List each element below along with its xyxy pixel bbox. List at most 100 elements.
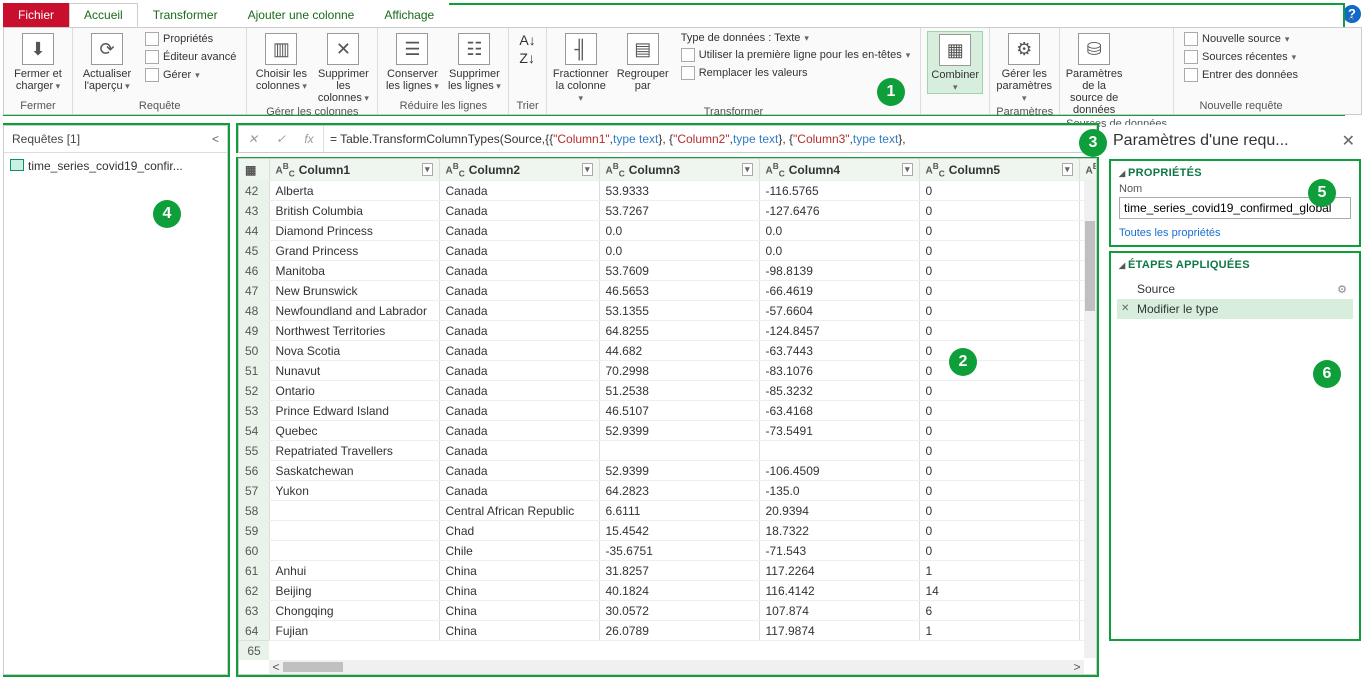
cell[interactable] [759, 441, 919, 461]
table-row[interactable]: 55Repatriated TravellersCanada00 [239, 441, 1097, 461]
cell[interactable]: Canada [439, 361, 599, 381]
cell[interactable]: 107.874 [759, 601, 919, 621]
formula-cancel-button[interactable]: ✕ [239, 126, 267, 152]
table-row[interactable]: 48Newfoundland and LabradorCanada53.1355… [239, 301, 1097, 321]
cell[interactable]: British Columbia [269, 201, 439, 221]
scroll-left-icon[interactable]: < [269, 660, 283, 674]
cell[interactable]: 70.2998 [599, 361, 759, 381]
cell[interactable]: Canada [439, 301, 599, 321]
cell[interactable]: Canada [439, 281, 599, 301]
cell[interactable]: Canada [439, 221, 599, 241]
table-row[interactable]: 59Chad15.454218.732200 [239, 521, 1097, 541]
keep-rows-button[interactable]: ☰Conserver les lignes [384, 31, 440, 92]
cell[interactable]: 0 [919, 541, 1079, 561]
cell[interactable]: Canada [439, 261, 599, 281]
cell[interactable]: Quebec [269, 421, 439, 441]
tab-home[interactable]: Accueil [69, 3, 138, 27]
cell[interactable]: 0 [919, 301, 1079, 321]
tab-view[interactable]: Affichage [369, 3, 449, 27]
cell[interactable]: 52.9399 [599, 461, 759, 481]
table-row[interactable]: 46ManitobaCanada53.7609-98.813900 [239, 261, 1097, 281]
datasource-settings-button[interactable]: ⛁Paramètres de la source de données [1066, 31, 1122, 116]
cell[interactable]: 0.0 [759, 221, 919, 241]
properties-heading[interactable]: PROPRIÉTÉS [1111, 161, 1359, 183]
cell[interactable]: Fujian [269, 621, 439, 641]
settings-close-button[interactable]: ✕ [1342, 131, 1355, 151]
col-header-5[interactable]: ABCColumn5▾ [919, 159, 1079, 181]
tab-file[interactable]: Fichier [3, 3, 69, 27]
cell[interactable]: 51.2538 [599, 381, 759, 401]
cell[interactable]: Prince Edward Island [269, 401, 439, 421]
cell[interactable]: 0 [919, 341, 1079, 361]
cell[interactable]: Saskatchewan [269, 461, 439, 481]
cell[interactable]: Chad [439, 521, 599, 541]
filter-icon[interactable]: ▾ [582, 163, 593, 176]
col-header-6[interactable]: ABCCol [1079, 159, 1097, 181]
cell[interactable]: 20.9394 [759, 501, 919, 521]
enter-data-button[interactable]: Entrer des données [1180, 67, 1302, 83]
cell[interactable]: 117.2264 [759, 561, 919, 581]
properties-button[interactable]: Propriétés [141, 31, 240, 47]
combine-button[interactable]: ▦Combiner [927, 31, 983, 94]
cell[interactable]: Beijing [269, 581, 439, 601]
filter-icon[interactable]: ▾ [902, 163, 913, 176]
table-row[interactable]: 51NunavutCanada70.2998-83.107600 [239, 361, 1097, 381]
horizontal-scrollbar[interactable]: < > [269, 660, 1084, 674]
groupby-button[interactable]: ▤Regrouper par [615, 31, 671, 92]
manage-button[interactable]: Gérer [141, 67, 240, 83]
cell[interactable]: Canada [439, 341, 599, 361]
cell[interactable]: -66.4619 [759, 281, 919, 301]
remove-rows-button[interactable]: ☷Supprimer les lignes [446, 31, 502, 92]
cell[interactable]: 52.9399 [599, 421, 759, 441]
cell[interactable]: 44.682 [599, 341, 759, 361]
refresh-preview-button[interactable]: ⟳ Actualiser l'aperçu [79, 31, 135, 92]
cell[interactable]: 0 [919, 521, 1079, 541]
cell[interactable]: 64.2823 [599, 481, 759, 501]
scroll-right-icon[interactable]: > [1070, 660, 1084, 674]
choose-columns-button[interactable]: ▥Choisir les colonnes [253, 31, 309, 92]
cell[interactable]: 26.0789 [599, 621, 759, 641]
cell[interactable]: 30.0572 [599, 601, 759, 621]
cell[interactable]: 0 [919, 461, 1079, 481]
table-row[interactable]: 43British ColumbiaCanada53.7267-127.6476… [239, 201, 1097, 221]
filter-icon[interactable]: ▾ [742, 163, 753, 176]
cell[interactable]: Anhui [269, 561, 439, 581]
cell[interactable]: 46.5653 [599, 281, 759, 301]
table-row[interactable]: 58Central African Republic6.611120.93940… [239, 501, 1097, 521]
advanced-editor-button[interactable]: Éditeur avancé [141, 49, 240, 65]
cell[interactable]: -85.3232 [759, 381, 919, 401]
cell[interactable]: 46.5107 [599, 401, 759, 421]
cell[interactable]: -71.543 [759, 541, 919, 561]
cell[interactable]: New Brunswick [269, 281, 439, 301]
cell[interactable]: 18.7322 [759, 521, 919, 541]
cell[interactable] [269, 541, 439, 561]
cell[interactable]: -98.8139 [759, 261, 919, 281]
query-item[interactable]: time_series_covid19_confir... [4, 153, 227, 179]
cell[interactable]: China [439, 561, 599, 581]
all-properties-link[interactable]: Toutes les propriétés [1111, 225, 1359, 241]
cell[interactable]: 0 [919, 261, 1079, 281]
formula-input[interactable]: = Table.TransformColumnTypes(Source,{{ "… [323, 126, 1074, 152]
cell[interactable]: 0 [919, 201, 1079, 221]
table-row[interactable]: 42AlbertaCanada53.9333-116.576500 [239, 181, 1097, 201]
cell[interactable]: 116.4142 [759, 581, 919, 601]
cell[interactable]: 0 [919, 381, 1079, 401]
queries-collapse-icon[interactable]: < [212, 132, 219, 146]
table-row[interactable]: 64FujianChina26.0789117.987415 [239, 621, 1097, 641]
cell[interactable]: 1 [919, 561, 1079, 581]
replace-values-button[interactable]: Remplacer les valeurs [677, 65, 915, 81]
cell[interactable]: 0 [919, 181, 1079, 201]
datatype-button[interactable]: Type de données : Texte [677, 31, 915, 45]
cell[interactable]: 0 [919, 241, 1079, 261]
cell[interactable]: 31.8257 [599, 561, 759, 581]
cell[interactable]: Canada [439, 421, 599, 441]
manage-params-button[interactable]: ⚙Gérer les paramètres [996, 31, 1052, 104]
steps-heading[interactable]: ÉTAPES APPLIQUÉES [1111, 253, 1359, 275]
cell[interactable]: Canada [439, 241, 599, 261]
cell[interactable]: China [439, 621, 599, 641]
cell[interactable] [599, 441, 759, 461]
cell[interactable]: 15.4542 [599, 521, 759, 541]
cell[interactable]: China [439, 581, 599, 601]
table-corner[interactable]: ▦ [239, 159, 269, 181]
query-name-input[interactable] [1119, 197, 1351, 219]
